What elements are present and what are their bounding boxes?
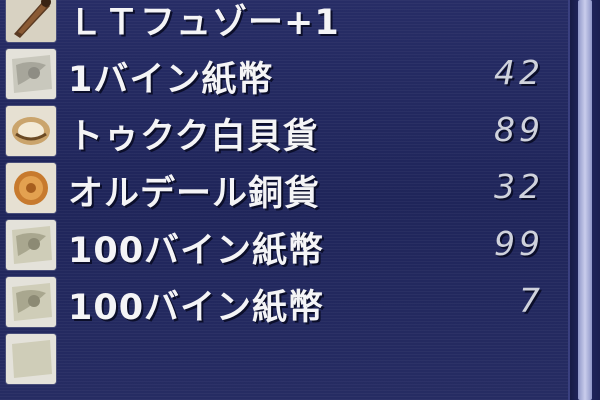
bronze-coin-icon: [6, 162, 56, 213]
item-list: ＬＴフュゾー+1 1バイン紙幣 42 トゥクク白貝貨 89 オルデール銅貨 32…: [0, 0, 566, 387]
list-item[interactable]: オルデール銅貨 32: [0, 159, 566, 216]
scroll-thumb[interactable]: [578, 0, 592, 400]
bayld-note-icon: [6, 48, 56, 99]
item-quantity: 99: [494, 224, 544, 263]
list-item[interactable]: 100バイン紙幣 99: [0, 216, 566, 273]
item-name: ＬＴフュゾー+1: [68, 3, 340, 43]
item-name: 1バイン紙幣: [68, 60, 274, 100]
lt-fuseau-icon: [6, 0, 56, 42]
item-quantity: 42: [494, 53, 544, 92]
list-item[interactable]: トゥクク白貝貨 89: [0, 102, 566, 159]
item-quantity: 89: [494, 110, 544, 149]
list-item[interactable]: ＬＴフュゾー+1: [0, 0, 566, 45]
list-item[interactable]: 100バイン紙幣 7: [0, 273, 566, 330]
item-name: トゥクク白貝貨: [68, 117, 319, 157]
item-name: オルデール銅貨: [68, 174, 321, 214]
item-quantity: 32: [494, 167, 544, 206]
bayld-note-icon: [6, 276, 56, 327]
item-name: 100バイン紙幣: [68, 231, 325, 271]
item-name: 100バイン紙幣: [68, 288, 325, 328]
bayld-note-icon: [6, 219, 56, 270]
list-item[interactable]: 1バイン紙幣 42: [0, 45, 566, 102]
item-icon: [6, 333, 56, 384]
inventory-window: ＬＴフュゾー+1 1バイン紙幣 42 トゥクク白貝貨 89 オルデール銅貨 32…: [0, 0, 600, 400]
scrollbar[interactable]: [568, 0, 600, 400]
item-quantity: 7: [519, 281, 544, 320]
list-item[interactable]: [0, 330, 566, 387]
white-shell-icon: [6, 105, 56, 156]
